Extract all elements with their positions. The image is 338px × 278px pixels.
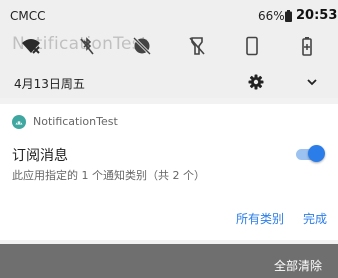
clear-all-button[interactable]: 全部清除 <box>274 257 322 274</box>
clock: 20:53 <box>296 8 338 23</box>
carrier-label: CMCC <box>10 9 46 23</box>
all-categories-button[interactable]: 所有类别 <box>236 210 284 227</box>
battery-saver-icon[interactable] <box>296 36 318 56</box>
notification-card: NotificationTest 订阅消息 此应用指定的 1 个通知类别（共 2… <box>0 104 338 240</box>
channel-toggle[interactable] <box>294 144 326 164</box>
date-row: 4月13日周五 <box>0 66 338 98</box>
notification-footer: 全部清除 <box>0 244 338 278</box>
gear-icon[interactable] <box>248 74 264 90</box>
app-name: NotificationTest <box>33 115 118 128</box>
bluetooth-off-icon[interactable] <box>76 36 98 56</box>
app-icon <box>12 115 26 129</box>
chevron-down-icon[interactable] <box>305 75 319 89</box>
toggle-thumb <box>308 145 325 162</box>
date-label: 4月13日周五 <box>14 77 85 91</box>
channel-description: 此应用指定的 1 个通知类别（共 2 个） <box>12 169 205 182</box>
wifi-off-icon[interactable] <box>20 36 42 56</box>
battery-percent: 66% <box>258 9 285 23</box>
flashlight-off-icon[interactable] <box>186 36 208 56</box>
quick-settings-row <box>0 32 338 60</box>
channel-title: 订阅消息 <box>12 148 68 164</box>
auto-rotate-icon[interactable] <box>241 36 263 56</box>
battery-icon <box>285 10 292 22</box>
done-button[interactable]: 完成 <box>303 210 327 227</box>
status-bar: CMCC 66% 20:53 <box>0 0 338 32</box>
do-not-disturb-off-icon[interactable] <box>131 36 153 56</box>
